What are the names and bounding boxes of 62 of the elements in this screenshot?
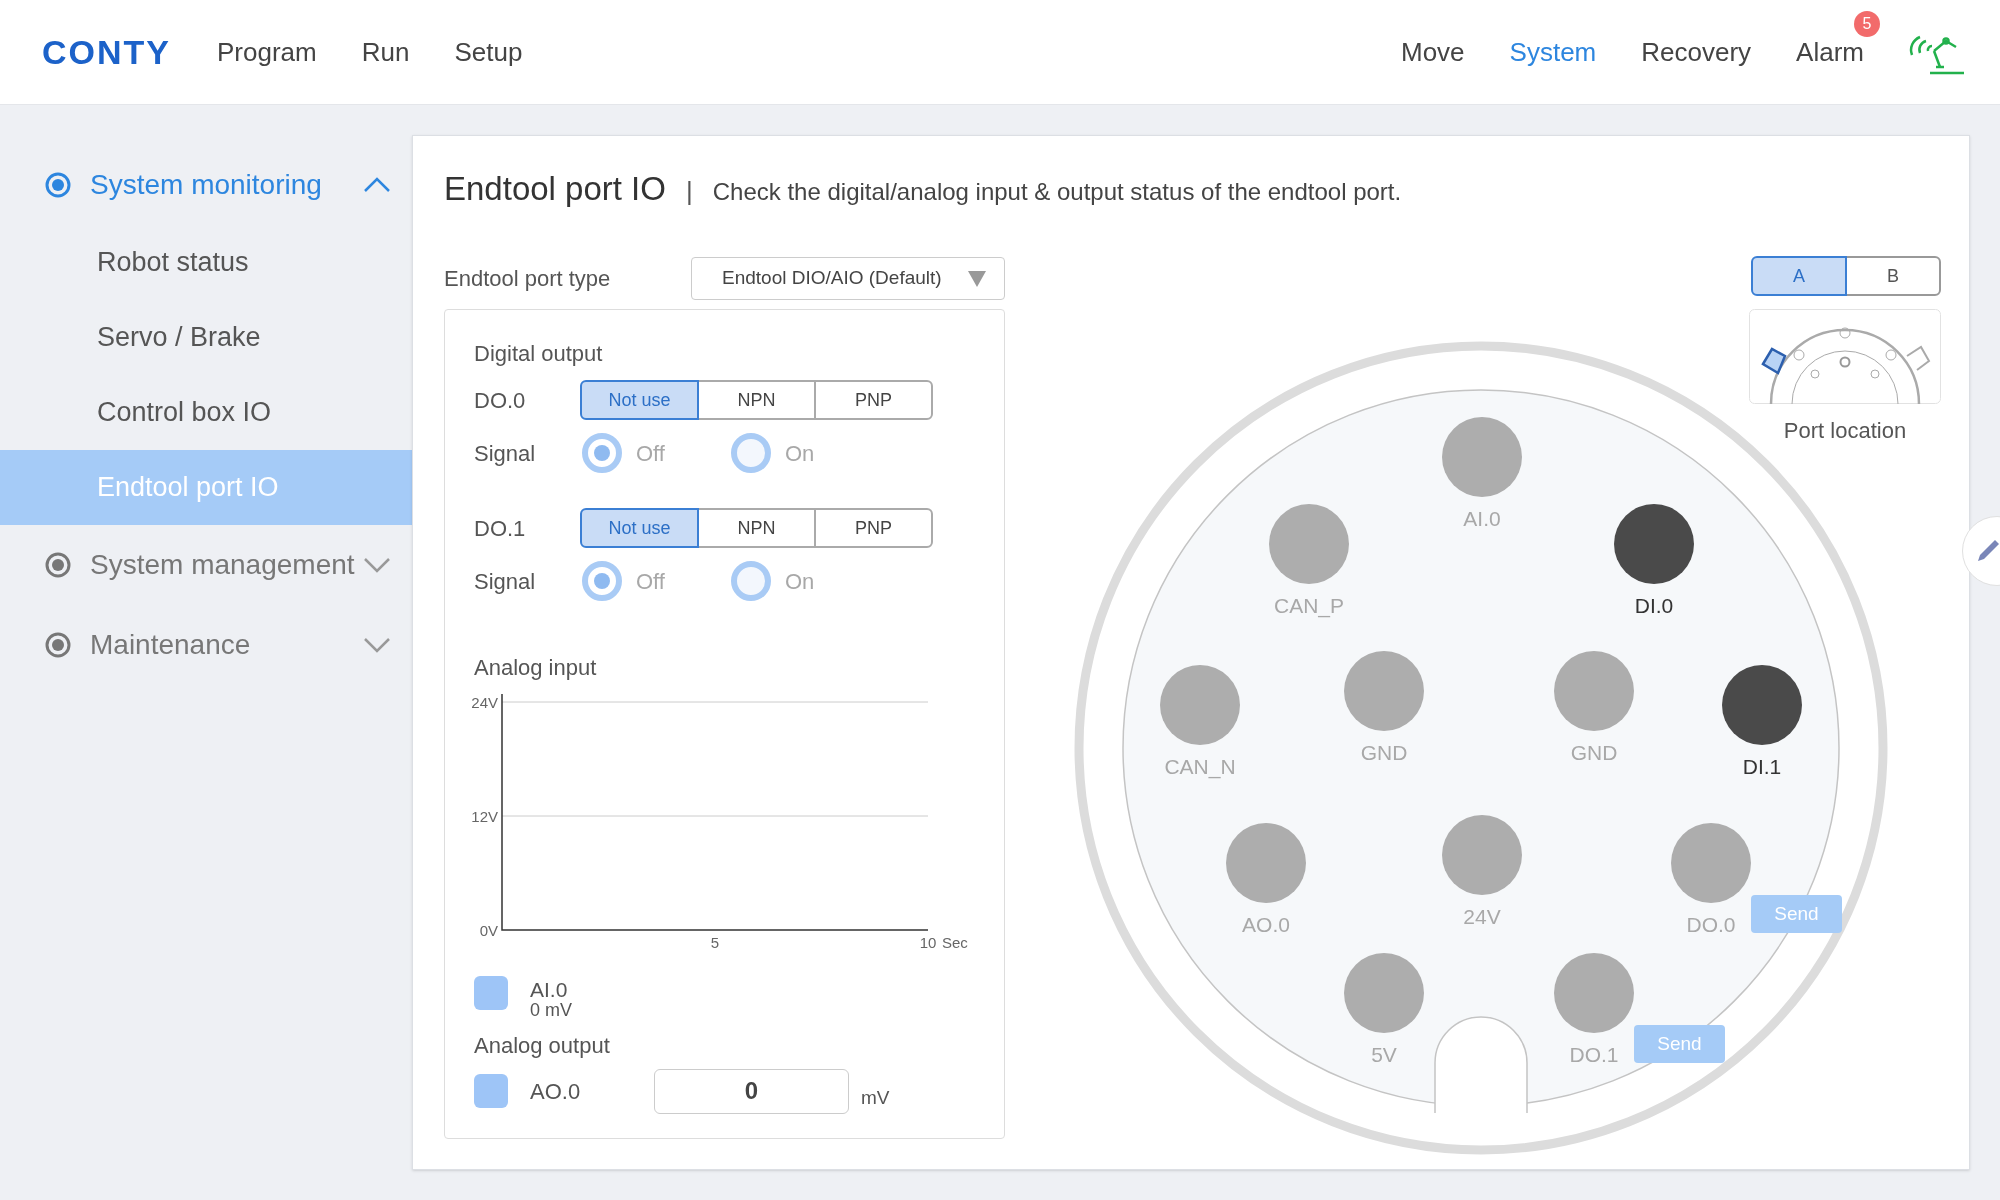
dropdown-caret-icon: [968, 270, 986, 287]
nav-link[interactable]: Recovery: [1641, 36, 1752, 67]
pin-label: 5V: [1370, 1042, 1398, 1068]
y-tick-label: 0V: [479, 922, 498, 939]
sidebar-item[interactable]: Servo / Brake: [0, 300, 412, 375]
port-type-dropdown[interactable]: Endtool DIO/AIO (Default): [691, 257, 1005, 300]
x-tick-label: 10: [919, 934, 937, 951]
pin-label: GND: [1359, 740, 1409, 766]
x-axis-label: Sec: [942, 934, 968, 951]
section-title: Analog input: [474, 654, 598, 682]
legend-reading: 0 mV: [530, 1000, 572, 1020]
unit-label: mV: [861, 1085, 890, 1110]
pin-label: AI.0: [1462, 506, 1502, 532]
x-tick-label: 5: [710, 934, 720, 951]
signal-option-label: Off: [636, 439, 665, 468]
chevron-down-icon[interactable]: [362, 555, 392, 575]
sidebar-section[interactable]: Maintenance: [90, 624, 251, 666]
pin-label: GND: [1569, 740, 1619, 766]
pin-label: DI.1: [1741, 754, 1783, 780]
nav-link[interactable]: Move: [1401, 36, 1465, 67]
pin-label: DI.0: [1633, 593, 1675, 619]
pin-label: CAN_P: [1273, 593, 1345, 620]
page-description: Check the digital/analog input & output status of the endtool port.: [712, 177, 1402, 207]
alarm-badge: 5: [1854, 10, 1880, 37]
pin-label: CAN_N: [1163, 754, 1237, 781]
sidebar-item[interactable]: Robot status: [0, 225, 412, 300]
pencil-icon: [1975, 538, 2000, 564]
nav-link[interactable]: System: [1509, 36, 1597, 67]
port-location-label: Port location: [1782, 417, 1908, 445]
port-tab[interactable]: A: [1751, 256, 1847, 296]
output-swatch[interactable]: [474, 1074, 508, 1108]
nav-link[interactable]: Run: [361, 36, 410, 67]
y-tick-label: 24V: [471, 694, 498, 711]
legend-swatch[interactable]: [474, 976, 508, 1010]
signal-option-label: On: [785, 439, 815, 468]
legend-label: AI.0: [530, 980, 569, 1000]
value-input[interactable]: 0: [654, 1068, 849, 1114]
signal-label: Signal: [474, 439, 537, 468]
signal-option-label: On: [785, 567, 815, 596]
sidebar-item[interactable]: Control box IO: [0, 375, 412, 450]
pin-label: DO.1: [1568, 1042, 1620, 1068]
nav-link[interactable]: Setup: [454, 36, 523, 67]
logo: CONTY: [42, 31, 171, 73]
section-title: Digital output: [474, 340, 604, 368]
y-tick-label: 12V: [471, 808, 498, 825]
pin-label: 24V: [1462, 904, 1502, 930]
signal-option-label: Off: [636, 567, 665, 596]
pin-label: AO.0: [1241, 912, 1291, 938]
chevron-down-icon[interactable]: [362, 635, 392, 655]
port-tab[interactable]: B: [1845, 256, 1941, 296]
nav-link[interactable]: Alarm: [1796, 36, 1864, 67]
output-label: AO.0: [530, 1077, 582, 1106]
nav-link[interactable]: Program: [217, 36, 317, 67]
field-label: Endtool port type: [444, 265, 612, 293]
page-title: Endtool port IO: [444, 169, 666, 209]
output-label: DO.1: [474, 514, 527, 543]
output-label: DO.0: [474, 386, 527, 415]
sidebar-section[interactable]: System management: [90, 544, 355, 586]
signal-label: Signal: [474, 567, 537, 596]
section-title: Analog output: [474, 1032, 611, 1060]
title-separator: |: [685, 175, 693, 208]
pin-label: DO.0: [1685, 912, 1737, 938]
